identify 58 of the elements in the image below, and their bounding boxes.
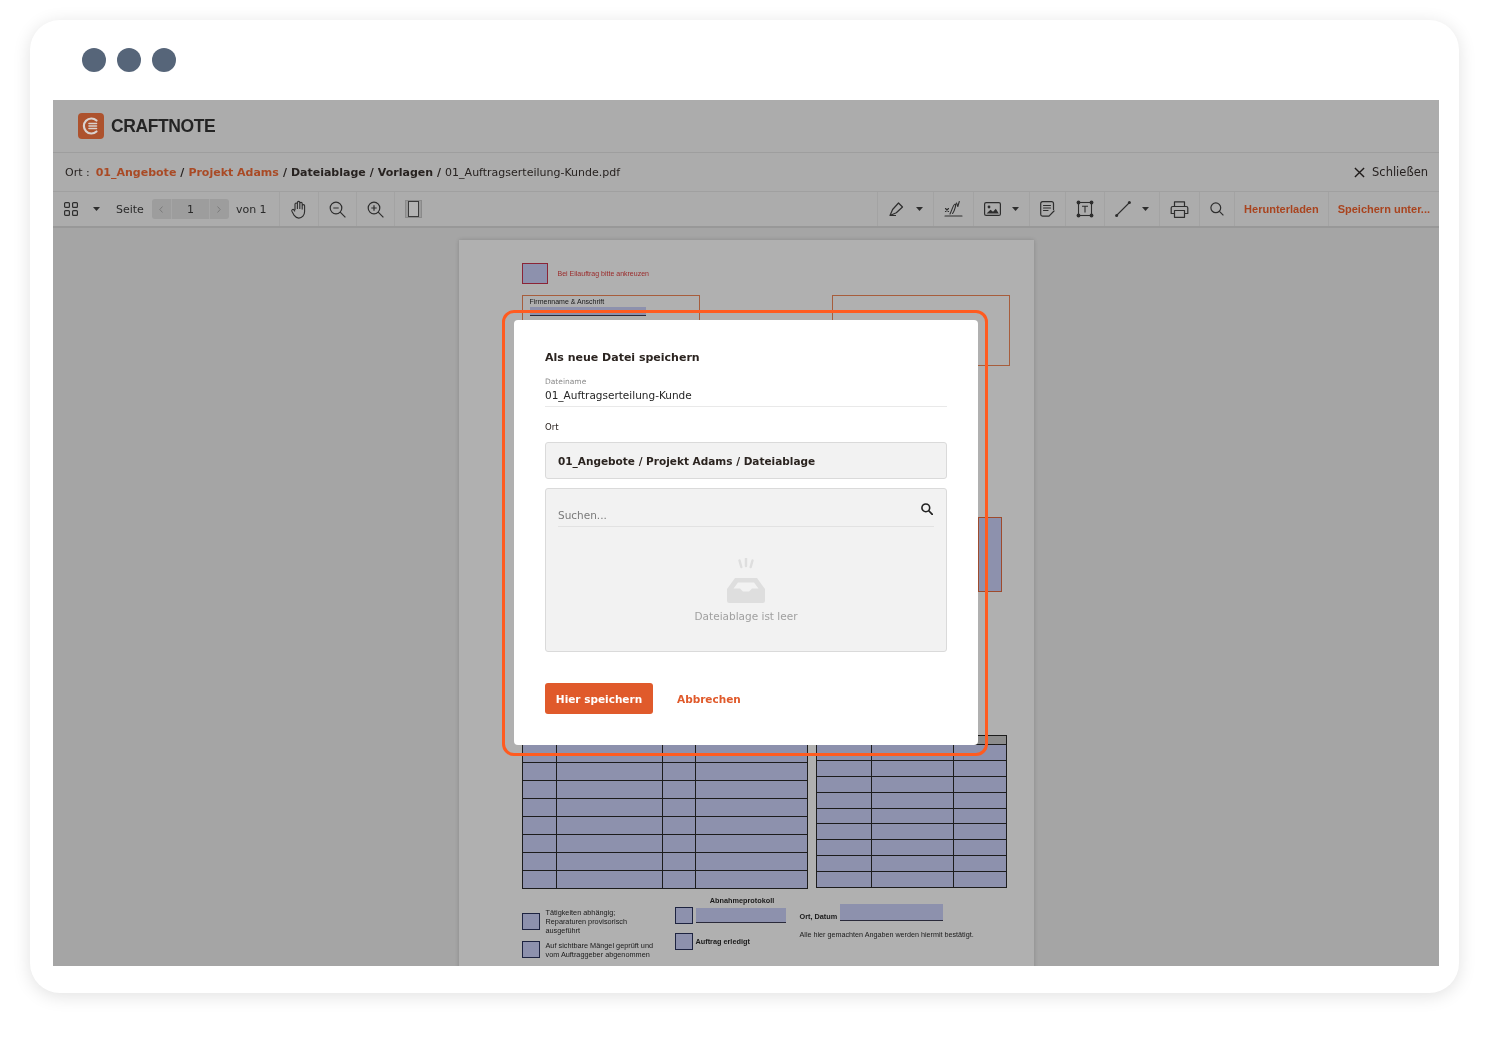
window-dot xyxy=(82,48,106,72)
window-dot xyxy=(152,48,176,72)
dialog-title: Als neue Datei speichern xyxy=(545,350,701,366)
chevron-right-icon xyxy=(217,205,222,213)
signature-icon[interactable] xyxy=(944,200,964,218)
breadcrumb-folder: Vorlagen xyxy=(377,165,434,179)
page-label: Seite xyxy=(116,201,144,218)
save-as-button[interactable]: Speichern unter... xyxy=(1327,192,1439,226)
caret-icon[interactable] xyxy=(916,207,924,211)
caret-icon[interactable] xyxy=(93,207,100,211)
logo-text: CRAFTNOTE xyxy=(111,115,216,137)
page-count: von 1 xyxy=(235,201,267,218)
line-icon[interactable] xyxy=(1115,201,1132,217)
note-icon[interactable] xyxy=(1040,201,1056,217)
form-field[interactable] xyxy=(529,307,646,316)
image-icon[interactable] xyxy=(984,202,1002,216)
location-path: 01_Angebote / Projekt Adams / Dateiablage xyxy=(545,442,947,479)
search-icon[interactable] xyxy=(1210,202,1225,216)
breadcrumb-separator: / xyxy=(369,165,374,179)
search-field[interactable]: Suchen... xyxy=(558,507,921,523)
logo-icon xyxy=(78,113,104,139)
breadcrumb-link[interactable]: Projekt Adams xyxy=(188,165,279,179)
chevron-left-icon xyxy=(159,205,164,213)
page-number-field[interactable]: 1 xyxy=(171,199,209,219)
window-dot xyxy=(117,48,141,72)
page-view-icon[interactable] xyxy=(404,200,422,218)
form-field[interactable] xyxy=(840,904,944,921)
filename-field[interactable]: 01_Auftragserteilung-Kunde xyxy=(545,387,947,403)
breadcrumb-file: 01_Auftragserteilung-Kunde.pdf xyxy=(445,165,621,179)
checkbox[interactable] xyxy=(521,263,548,284)
breadcrumb-folder: Dateiablage xyxy=(290,165,366,179)
caret-icon[interactable] xyxy=(1142,207,1150,211)
form-field[interactable] xyxy=(695,908,786,923)
caret-icon[interactable] xyxy=(1012,207,1020,211)
breadcrumb-label: Ort : xyxy=(65,165,90,179)
text-box-icon[interactable] xyxy=(1076,200,1095,218)
zoom-in-icon[interactable] xyxy=(366,200,384,218)
grid-icon[interactable] xyxy=(64,202,78,216)
search-icon[interactable] xyxy=(921,503,933,515)
download-button[interactable]: Herunterladen xyxy=(1234,192,1328,226)
breadcrumb-link[interactable]: 01_Angebote xyxy=(95,165,177,179)
save-button[interactable]: Hier speichern xyxy=(545,683,653,714)
close-button[interactable]: Schließen xyxy=(1354,165,1428,179)
breadcrumb-separator: / xyxy=(282,165,287,179)
cancel-link[interactable]: Abbrechen xyxy=(677,692,741,705)
breadcrumb-separator: / xyxy=(437,165,442,179)
checkbox[interactable] xyxy=(521,913,540,930)
location-label: Ort xyxy=(545,421,560,433)
checkbox[interactable] xyxy=(521,941,540,958)
checkbox[interactable] xyxy=(674,933,693,950)
print-icon[interactable] xyxy=(1170,200,1190,218)
breadcrumb-separator: / xyxy=(180,165,185,179)
checkbox[interactable] xyxy=(674,907,693,924)
zoom-out-icon[interactable] xyxy=(328,200,346,218)
hand-icon[interactable] xyxy=(289,199,308,219)
empty-state-text: Dateiablage ist leer xyxy=(694,609,798,623)
pen-icon[interactable] xyxy=(888,201,906,217)
close-icon xyxy=(1354,166,1365,178)
